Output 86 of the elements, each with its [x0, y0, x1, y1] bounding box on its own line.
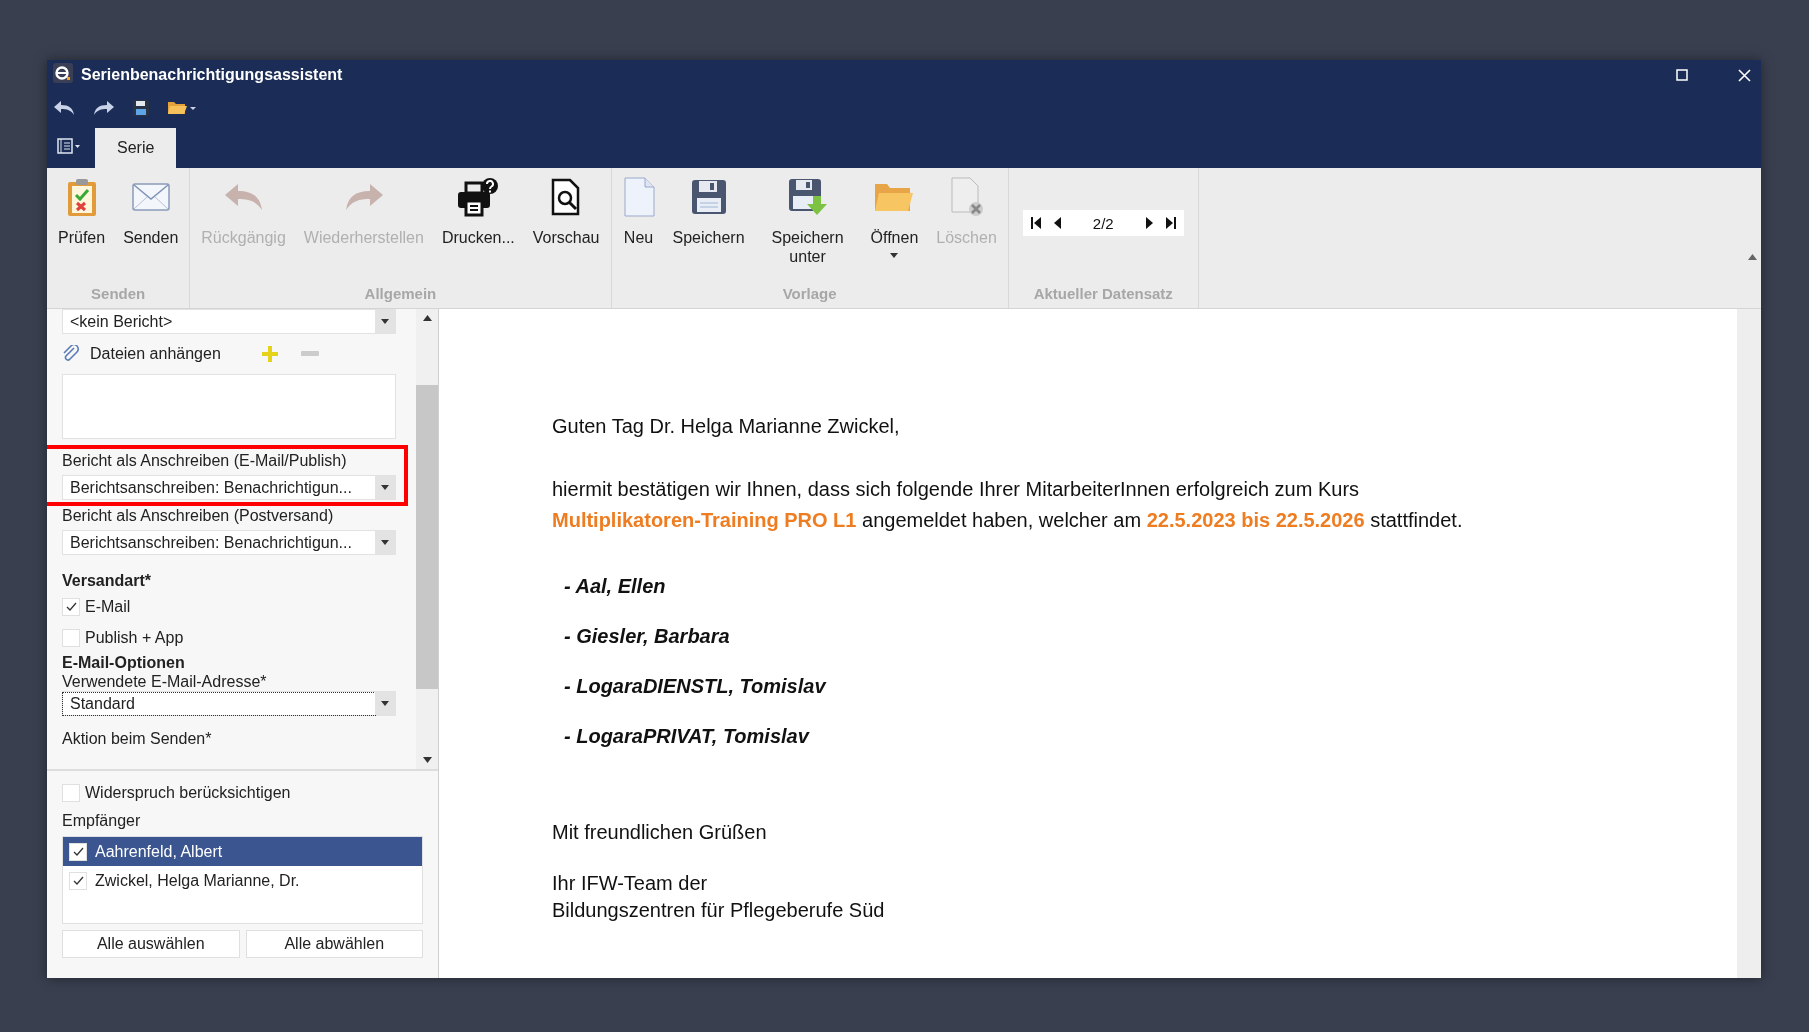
participant-name: - LogaraPRIVAT, Tomislav — [564, 724, 811, 749]
printer-help-icon — [457, 177, 500, 217]
field-label: Bericht als Anschreiben (E-Mail/Publish) — [62, 451, 348, 471]
paperclip-icon — [62, 345, 80, 363]
blank-page-icon — [622, 177, 655, 217]
envelope-icon — [131, 183, 170, 211]
last-record-icon[interactable] — [1165, 216, 1176, 230]
save-icon[interactable] — [133, 100, 149, 116]
check-icon — [72, 847, 84, 856]
checkbox[interactable] — [62, 628, 80, 647]
report-dropdown[interactable]: Berichtsanschreiben: Benachrichtigun... — [62, 530, 396, 555]
ribbon-button[interactable]: Drucken... — [432, 174, 524, 247]
scrollbar-thumb[interactable] — [416, 385, 438, 689]
checkbox-label: E-Mail — [85, 597, 131, 616]
ribbon-button[interactable]: Speichern — [663, 174, 754, 247]
redo-icon — [343, 183, 384, 211]
ribbon-group-label: Allgemein — [363, 285, 438, 304]
participant-name: - LogaraDIENSTL, Tomislav — [564, 674, 828, 699]
ribbon-group-label: Aktueller Datensatz — [1032, 285, 1174, 304]
checkbox[interactable] — [69, 842, 87, 861]
next-record-icon[interactable] — [1145, 216, 1154, 230]
dropdown-caret-icon — [381, 319, 389, 324]
undo-icon — [223, 183, 264, 211]
ribbon-button[interactable]: Senden — [114, 174, 188, 247]
recipient-item[interactable]: Zwickel, Helga Marianne, Dr. — [63, 866, 422, 895]
section-heading: E-Mail-Optionen — [62, 653, 186, 673]
collapse-ribbon-icon[interactable] — [1748, 254, 1757, 260]
ribbon-button[interactable]: Speichern unter — [753, 174, 862, 266]
attachments-label: Dateien anhängen — [90, 345, 221, 363]
field-label: Verwendete E-Mail-Adresse* — [62, 673, 268, 691]
menu-icon[interactable] — [57, 138, 81, 154]
folder-icon — [874, 181, 915, 213]
record-counter: 2/2 — [1092, 214, 1114, 232]
recipients-label: Empfänger — [62, 812, 142, 830]
letter-paragraph: hiermit bestätigen wir Ihnen, dass sich folgende Ihrer MitarbeiterInnen erfolgreich zum Kurs Multiplikatoren-Training PRO L1 angemeldet haben, welcher am 22.5.2023 bis 22.5.2026 stattfindet. — [552, 477, 1464, 533]
dropdown-caret-icon — [381, 540, 389, 545]
scroll-up-icon[interactable] — [422, 315, 432, 321]
maximize-icon[interactable] — [1676, 69, 1688, 81]
floppy-arrow-icon — [787, 178, 828, 216]
recipient-name: Zwickel, Helga Marianne, Dr. — [95, 871, 300, 890]
scrollbar[interactable] — [416, 309, 438, 769]
section-heading: Versandart* — [62, 571, 152, 591]
checkbox[interactable] — [62, 783, 80, 802]
document-search-icon — [551, 178, 582, 216]
ribbon-group-label: Senden — [90, 285, 147, 304]
check-icon — [72, 876, 84, 885]
clipboard-check-icon — [65, 177, 98, 217]
greeting-text: Guten Tag Dr. Helga Marianne Zwickel, — [552, 414, 901, 439]
check-icon — [65, 602, 77, 611]
ribbon-button[interactable]: Neu — [613, 174, 664, 247]
checkbox-label: Publish + App — [85, 628, 184, 647]
ribbon-tab[interactable]: Serie — [95, 128, 177, 168]
ribbon-button[interactable]: Prüfen — [49, 174, 115, 247]
ribbon-button[interactable]: Vorschau — [523, 174, 609, 247]
checkbox[interactable] — [69, 871, 87, 890]
field-label: Aktion beim Senden* — [62, 730, 213, 748]
scroll-down-icon[interactable] — [422, 757, 432, 763]
select-button[interactable]: Alle abwählen — [245, 930, 423, 958]
select-button[interactable]: Alle auswählen — [62, 930, 240, 958]
dropdown-caret-icon — [381, 485, 389, 490]
ribbon-group-label: Vorlage — [781, 285, 838, 304]
redo-icon[interactable] — [93, 100, 115, 116]
checkbox[interactable] — [62, 597, 80, 616]
checkbox-label: Widerspruch berücksichtigen — [85, 783, 291, 802]
participant-name: - Giesler, Barbara — [564, 624, 731, 649]
signature-line: Bildungszentren für Pflegeberufe Süd — [552, 898, 886, 923]
close-icon[interactable] — [1738, 68, 1751, 82]
dropdown-caret-icon — [890, 253, 899, 258]
scrollbar[interactable] — [1737, 309, 1761, 978]
signature-line: Ihr IFW-Team der — [552, 871, 709, 896]
first-record-icon[interactable] — [1030, 216, 1041, 230]
page-delete-icon — [949, 177, 984, 217]
dropdown-caret-icon — [381, 701, 389, 706]
recipient-item[interactable]: Aahrenfeld, Albert — [63, 837, 422, 866]
ribbon-button[interactable]: Öffnen — [861, 174, 928, 258]
field-label: Bericht als Anschreiben (Postversand) — [62, 506, 335, 526]
window-title: Serienbenachrichtigungsassistent — [81, 66, 343, 84]
recipient-name: Aahrenfeld, Albert — [95, 842, 223, 861]
email-address-dropdown[interactable]: Standard — [62, 691, 396, 716]
report-dropdown[interactable]: Berichtsanschreiben: Benachrichtigun... — [62, 475, 396, 500]
undo-icon[interactable] — [53, 100, 75, 116]
previous-record-icon[interactable] — [1052, 216, 1061, 230]
folder-icon[interactable] — [167, 100, 197, 116]
closing-text: Mit freundlichen Grüßen — [552, 820, 768, 845]
participant-name: - Aal, Ellen — [564, 574, 667, 599]
report-dropdown[interactable]: <kein Bericht> — [62, 309, 396, 334]
